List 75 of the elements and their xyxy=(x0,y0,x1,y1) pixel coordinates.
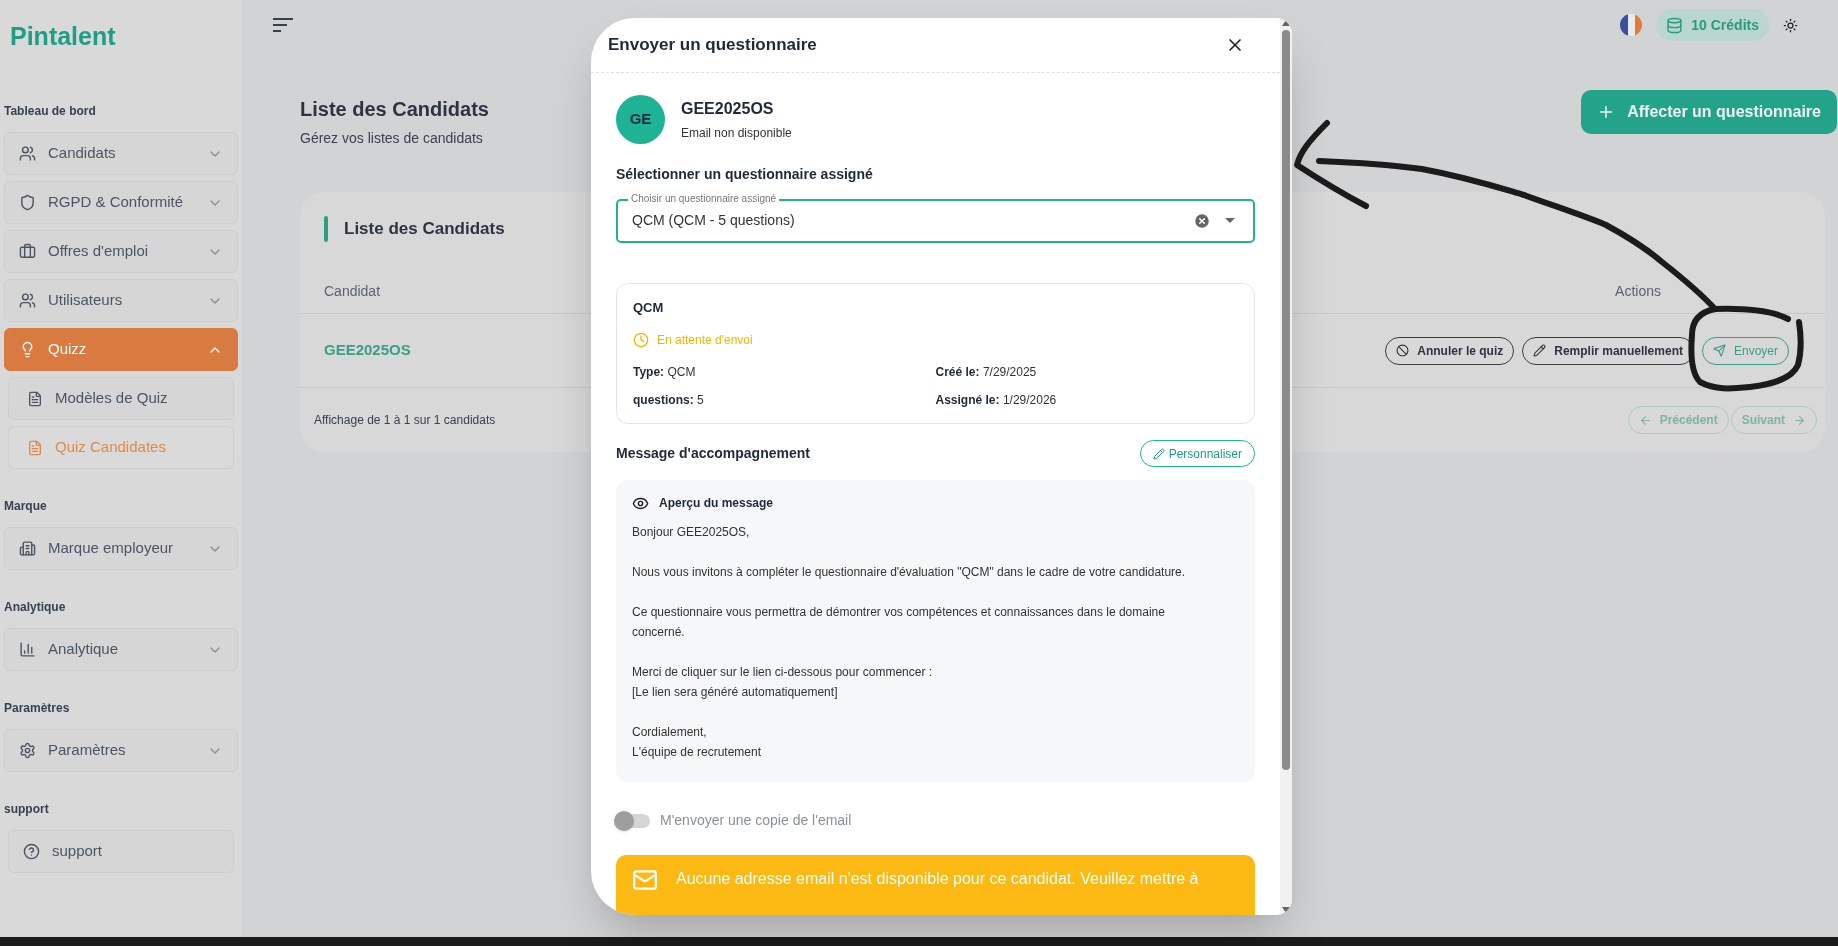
avatar: GE xyxy=(616,94,665,144)
card-title: Liste des Candidats xyxy=(344,218,505,241)
candidate-email: Email non disponible xyxy=(681,124,792,142)
scrollbar[interactable] xyxy=(1280,18,1292,915)
sidebar-item[interactable]: Quizz xyxy=(4,328,238,371)
section-label: support xyxy=(3,801,50,818)
quiz-title: QCM xyxy=(633,298,665,317)
sidebar-item[interactable]: Analytique xyxy=(4,628,238,671)
accent-bar xyxy=(324,216,328,242)
arrow-left-icon xyxy=(1638,413,1652,427)
sidebar-item[interactable]: RGPD & Conformité xyxy=(4,181,238,224)
people-icon xyxy=(19,292,36,309)
message-line: L'équipe de recrutement xyxy=(632,744,763,761)
section-label: Analytique xyxy=(3,599,67,616)
message-line: Bonjour GEE2025OS, xyxy=(632,524,751,541)
pagination-summary: Affichage de 1 à 1 sur 1 candidats xyxy=(314,412,496,429)
coins-icon xyxy=(1666,16,1684,34)
clock-icon xyxy=(633,332,649,348)
send-icon xyxy=(1712,344,1726,357)
dropdown-caret-icon[interactable] xyxy=(1225,217,1235,224)
sidebar-item[interactable]: Candidats xyxy=(4,132,238,175)
pencil-icon xyxy=(1533,344,1547,357)
shield-icon xyxy=(19,194,36,211)
candidate-name: GEE2025OS xyxy=(681,98,775,119)
toggle-label: M'envoyer une copie de l'email xyxy=(660,811,852,830)
clear-icon[interactable] xyxy=(1193,211,1211,230)
ban-icon xyxy=(1396,344,1410,357)
arrow-right-icon xyxy=(1793,413,1806,427)
message-line: [Le lien sera généré automatiquement] xyxy=(632,684,839,701)
quiz-detail: questions: 5 xyxy=(633,392,705,409)
sidebar-item[interactable]: Offres d'emploi xyxy=(4,230,238,273)
menu-icon[interactable] xyxy=(271,16,295,34)
status-text: En attente d'envoi xyxy=(657,332,753,349)
dialog-title: Envoyer un questionnaire xyxy=(608,34,817,56)
logo: Pintalent xyxy=(9,21,117,52)
sidebar-subitem[interactable]: Modèles de Quiz xyxy=(8,377,234,420)
scroll-up-icon[interactable] xyxy=(1282,20,1290,26)
sidebar-item[interactable]: Paramètres xyxy=(4,729,238,772)
bar-chart-icon xyxy=(19,641,36,658)
mail-icon xyxy=(632,867,658,893)
message-line: Nous vous invitons à compléter le questionnaire d'évaluation "QCM" dans le cadre de votre candidature. xyxy=(632,564,1187,581)
sidebar-item[interactable]: support xyxy=(8,830,234,873)
quiz-detail: Type: QCM xyxy=(633,364,697,381)
page-title: Liste des Candidats xyxy=(300,97,489,122)
assign-button[interactable]: Affecter un questionnaire xyxy=(1581,90,1837,134)
section-label: Marque xyxy=(3,498,48,515)
copy-toggle[interactable] xyxy=(616,813,650,828)
select-label: Choisir un questionnaire assigné xyxy=(628,191,780,206)
warning-text: Aucune adresse email n'est disponible pour ce candidat. Veuillez mettre à xyxy=(676,869,1199,889)
sidebar-item[interactable]: Utilisateurs xyxy=(4,279,238,322)
section-label: Tableau de bord xyxy=(3,103,97,120)
theme-icon[interactable] xyxy=(1783,17,1798,33)
sidebar-item[interactable]: Marque employeur xyxy=(4,527,238,570)
scroll-down-icon[interactable] xyxy=(1282,907,1290,913)
building-icon xyxy=(19,540,36,557)
quiz-detail: Créé le: 7/29/2025 xyxy=(935,364,1038,381)
page-subtitle: Gérez vos listes de candidats xyxy=(300,129,484,148)
message-line: Ce questionnaire vous permettra de démontrer vos compétences et connaissances dans le domaine concerné. xyxy=(632,604,1166,641)
help-icon xyxy=(23,843,40,860)
flag-icon[interactable] xyxy=(1620,14,1643,36)
people-icon xyxy=(19,145,36,162)
message-heading: Message d'accompagnement xyxy=(616,444,810,463)
briefcase-icon xyxy=(19,243,36,260)
settings-icon xyxy=(19,742,36,759)
quiz-detail: Assigné le: 1/29/2026 xyxy=(935,392,1058,409)
column-header: Actions xyxy=(1615,282,1661,301)
section-label: Paramètres xyxy=(3,700,71,717)
message-line: Merci de cliquer sur le lien ci-dessous pour commencer : xyxy=(632,664,934,681)
document-icon xyxy=(27,390,43,407)
select-heading: Sélectionner un questionnaire assigné xyxy=(616,164,874,184)
document-icon xyxy=(27,439,43,456)
pencil-icon xyxy=(1152,447,1165,460)
preview-title: Aperçu du message xyxy=(659,495,774,512)
column-header: Candidat xyxy=(324,282,381,301)
message-line: Cordialement, xyxy=(632,724,708,741)
